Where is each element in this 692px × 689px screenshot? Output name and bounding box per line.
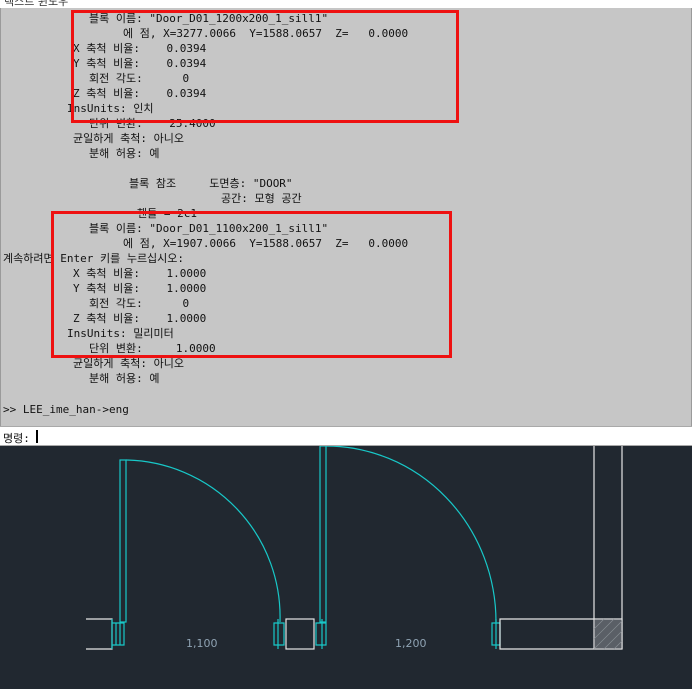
history-line: 균일하게 축척: 아니오 — [73, 132, 184, 145]
wall-pier-middle — [285, 618, 315, 650]
highlight-box-block-1 — [71, 10, 459, 123]
door-plan-drawing: 1,100 1,200 — [86, 445, 623, 650]
command-prompt-label: 명령: — [3, 432, 30, 445]
door-leaf-2 — [319, 445, 327, 623]
door-swing-arc-1 — [125, 459, 281, 623]
drawing-canvas[interactable]: 1,100 1,200 — [0, 445, 692, 685]
door-frame-right-2 — [491, 619, 501, 649]
window-titlebar: 텍스트 윈도우 — [0, 0, 692, 8]
history-line: 공간: 모형 공간 — [221, 192, 302, 205]
door-frame-right-1 — [273, 619, 285, 649]
dimension-label-2: 1,200 — [395, 637, 427, 650]
text-caret — [36, 430, 38, 443]
dimension-label-1: 1,100 — [186, 637, 218, 650]
wall-segment-left — [86, 618, 113, 650]
door-frame-left-1 — [111, 619, 125, 649]
door-leaf-1 — [119, 459, 127, 623]
history-line: 분해 허용: 예 — [89, 372, 160, 385]
history-line: >> LEE_ime_han->eng — [3, 403, 129, 416]
window-title: 텍스트 윈도우 — [4, 0, 69, 8]
history-line: 분해 허용: 예 — [89, 147, 160, 160]
highlight-box-block-2 — [51, 211, 452, 358]
command-line[interactable]: 명령: — [0, 426, 692, 446]
command-history-panel[interactable]: 블록 이름: "Door_D01_1200x200_1_sill1" 에 점, X… — [0, 8, 692, 426]
door-swing-arc-2 — [325, 445, 497, 623]
door-frame-left-2 — [315, 619, 327, 649]
history-line: 블록 참조 도면층: "DOOR" — [129, 177, 293, 190]
history-line: 균일하게 축척: 아니오 — [73, 357, 184, 370]
